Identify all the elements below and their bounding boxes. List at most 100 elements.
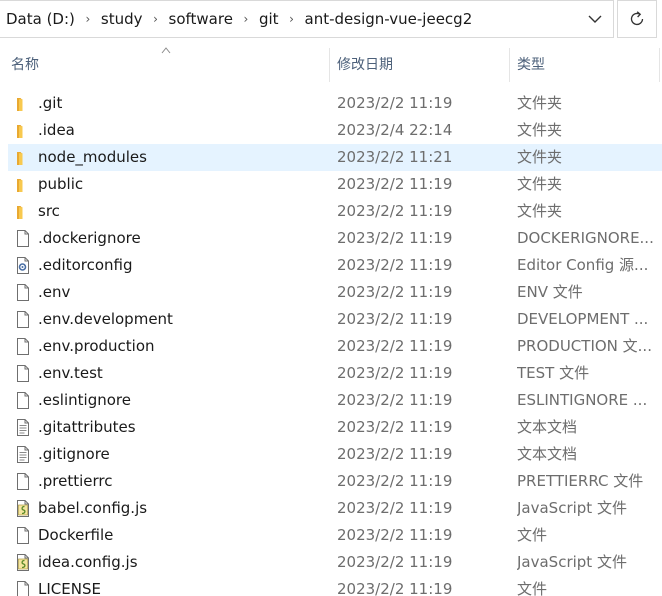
file-name: .env.production (38, 337, 155, 355)
file-type: 文件夹 (517, 175, 563, 193)
breadcrumb-git[interactable]: git (257, 10, 281, 28)
column-header-type[interactable]: 类型 (510, 48, 660, 82)
file-row[interactable]: src 2023/2/2 11:19 文件夹 (0, 198, 662, 225)
file-name: .dockerignore (38, 229, 141, 247)
file-date-modified: 2023/2/2 11:19 (337, 391, 453, 409)
file-date-modified: 2023/2/2 11:21 (337, 148, 453, 166)
chevron-down-icon (588, 15, 602, 23)
breadcrumb-software[interactable]: software (167, 10, 235, 28)
config-file-icon (15, 257, 31, 274)
file-type: DEVELOPMENT ... (517, 310, 649, 328)
file-row[interactable]: .git 2023/2/2 11:19 文件夹 (0, 90, 662, 117)
breadcrumb-study[interactable]: study (99, 10, 145, 28)
file-date-modified: 2023/2/2 11:19 (337, 229, 453, 247)
column-header-name[interactable]: 名称 (0, 48, 330, 82)
file-type: PRODUCTION 文... (517, 337, 652, 355)
folder-icon (15, 122, 31, 139)
file-icon (15, 230, 31, 247)
file-row[interactable]: .eslintignore 2023/2/2 11:19 ESLINTIGNORE … (0, 387, 662, 414)
breadcrumb-separator-icon[interactable]: › (235, 12, 257, 26)
file-date-modified: 2023/2/2 11:19 (337, 499, 453, 517)
file-name: public (38, 175, 84, 193)
file-name: Dockerfile (38, 526, 114, 544)
file-explorer-window: Data (D:) › study › software › git › ant… (0, 0, 662, 596)
file-type: 文件夹 (517, 121, 563, 139)
file-name: .eslintignore (38, 391, 131, 409)
file-name: .env (38, 283, 71, 301)
file-row[interactable]: .gitignore 2023/2/2 11:19 文本文档 (0, 441, 662, 468)
refresh-button[interactable] (617, 0, 657, 38)
file-type: Editor Config 源... (517, 256, 649, 274)
breadcrumb: Data (D:) › study › software › git › ant… (0, 10, 577, 28)
file-type: ESLINTIGNORE ... (517, 391, 648, 409)
breadcrumb-drive[interactable]: Data (D:) (4, 10, 77, 28)
file-date-modified: 2023/2/2 11:19 (337, 337, 453, 355)
file-type: 文本文档 (517, 418, 578, 436)
file-icon (15, 284, 31, 301)
refresh-icon (630, 11, 644, 26)
file-icon (15, 581, 31, 596)
file-row[interactable]: idea.config.js 2023/2/2 11:19 JavaScript 文… (0, 549, 662, 576)
address-bar[interactable]: Data (D:) › study › software › git › ant… (0, 0, 614, 38)
file-date-modified: 2023/2/4 22:14 (337, 121, 453, 139)
file-row[interactable]: LICENSE 2023/2/2 11:19 文件 (0, 576, 662, 596)
file-name: .git (38, 94, 63, 112)
file-date-modified: 2023/2/2 11:19 (337, 364, 453, 382)
file-row[interactable]: public 2023/2/2 11:19 文件夹 (0, 171, 662, 198)
text-file-icon (15, 446, 31, 463)
file-row[interactable]: .prettierrc 2023/2/2 11:19 PRETTIERRC 文件 (0, 468, 662, 495)
file-list: .git 2023/2/2 11:19 文件夹 .idea 2023/2/4 22:14… (0, 90, 662, 596)
breadcrumb-current-folder[interactable]: ant-design-vue-jeecg2 (303, 10, 475, 28)
file-type: ENV 文件 (517, 283, 583, 301)
file-name: .env.development (38, 310, 173, 328)
file-name: src (38, 202, 60, 220)
file-icon (15, 527, 31, 544)
breadcrumb-separator-icon[interactable]: › (77, 12, 99, 26)
file-name: .gitattributes (38, 418, 136, 436)
file-name: .prettierrc (38, 472, 113, 490)
file-name: LICENSE (38, 580, 101, 596)
file-row[interactable]: Dockerfile 2023/2/2 11:19 文件 (0, 522, 662, 549)
file-type: 文本文档 (517, 445, 578, 463)
file-name: .gitignore (38, 445, 110, 463)
folder-icon (15, 176, 31, 193)
file-row[interactable]: node_modules 2023/2/2 11:21 文件夹 (8, 144, 662, 171)
file-date-modified: 2023/2/2 11:19 (337, 445, 453, 463)
javascript-file-icon (15, 554, 31, 571)
file-row[interactable]: .env 2023/2/2 11:19 ENV 文件 (0, 279, 662, 306)
file-date-modified: 2023/2/2 11:19 (337, 202, 453, 220)
file-icon (15, 365, 31, 382)
javascript-file-icon (15, 500, 31, 517)
file-type: JavaScript 文件 (517, 499, 627, 517)
file-icon (15, 311, 31, 328)
folder-icon (15, 95, 31, 112)
file-date-modified: 2023/2/2 11:19 (337, 283, 453, 301)
file-name: babel.config.js (38, 499, 148, 517)
file-icon (15, 338, 31, 355)
file-row[interactable]: .gitattributes 2023/2/2 11:19 文本文档 (0, 414, 662, 441)
file-date-modified: 2023/2/2 11:19 (337, 553, 453, 571)
breadcrumb-separator-icon[interactable]: › (145, 12, 167, 26)
breadcrumb-separator-icon[interactable]: › (281, 12, 303, 26)
file-type: DOCKERIGNORE... (517, 229, 654, 247)
column-header-date-modified[interactable]: 修改日期 (330, 48, 510, 82)
file-row[interactable]: .idea 2023/2/4 22:14 文件夹 (0, 117, 662, 144)
file-row[interactable]: .dockerignore 2023/2/2 11:19 DOCKERIGNORE.… (0, 225, 662, 252)
folder-icon (15, 149, 31, 166)
file-row[interactable]: .env.test 2023/2/2 11:19 TEST 文件 (0, 360, 662, 387)
file-row[interactable]: babel.config.js 2023/2/2 11:19 JavaScript … (0, 495, 662, 522)
folder-icon (15, 203, 31, 220)
file-icon (15, 473, 31, 490)
file-name: .editorconfig (38, 256, 133, 274)
file-date-modified: 2023/2/2 11:19 (337, 175, 453, 193)
address-history-dropdown[interactable] (577, 1, 613, 37)
file-row[interactable]: .editorconfig 2023/2/2 11:19 Editor Config… (0, 252, 662, 279)
file-type: PRETTIERRC 文件 (517, 472, 644, 490)
file-type: 文件 (517, 526, 548, 544)
file-date-modified: 2023/2/2 11:19 (337, 418, 453, 436)
file-date-modified: 2023/2/2 11:19 (337, 94, 453, 112)
column-header: 名称 修改日期 类型 (0, 47, 662, 82)
file-row[interactable]: .env.production 2023/2/2 11:19 PRODUCTION … (0, 333, 662, 360)
file-row[interactable]: .env.development 2023/2/2 11:19 DEVELOPMEN… (0, 306, 662, 333)
file-name: idea.config.js (38, 553, 138, 571)
